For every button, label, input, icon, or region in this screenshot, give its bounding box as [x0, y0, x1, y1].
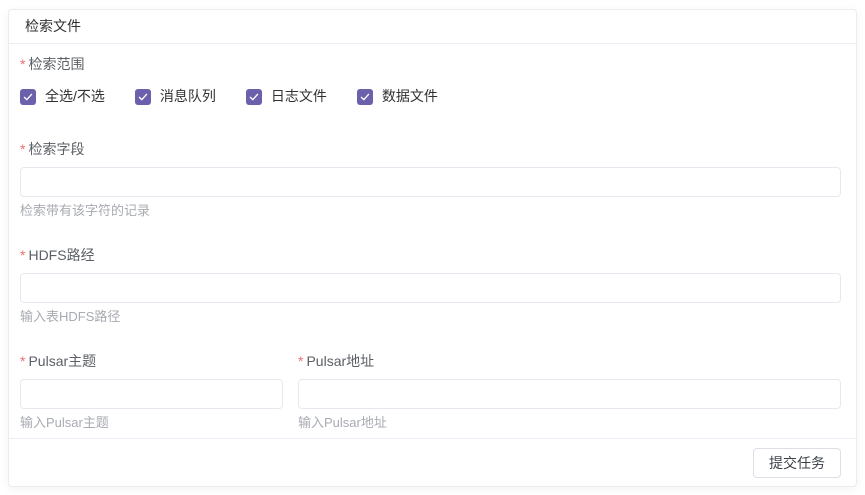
checkbox-label: 日志文件	[271, 88, 327, 105]
checkbox-data-files[interactable]: 数据文件	[357, 88, 438, 105]
pulsar-address-input[interactable]	[298, 379, 841, 409]
required-marker: *	[298, 353, 303, 369]
retrieve-files-card: 检索文件 *检索范围 全选/不选 消息队列	[8, 9, 857, 487]
card-footer: 提交任务	[9, 438, 856, 486]
pulsar-topic-input[interactable]	[20, 379, 283, 409]
submit-task-button[interactable]: 提交任务	[753, 448, 841, 478]
form-item-keyword: *检索字段 检索带有该字符的记录	[20, 140, 841, 219]
keyword-hint: 检索带有该字符的记录	[20, 203, 841, 219]
checkbox-label: 全选/不选	[45, 88, 105, 105]
scope-label-text: 检索范围	[28, 56, 84, 72]
checkbox-log-files[interactable]: 日志文件	[246, 88, 327, 105]
checkbox-checked-icon	[20, 89, 36, 105]
hdfs-path-hint: 输入表HDFS路径	[20, 309, 841, 325]
pulsar-address-label-text: Pulsar地址	[306, 353, 374, 369]
scope-label: *检索范围	[20, 55, 841, 74]
pulsar-topic-hint: 输入Pulsar主题	[20, 415, 283, 431]
pulsar-topic-label: *Pulsar主题	[20, 352, 283, 371]
keyword-label: *检索字段	[20, 140, 841, 159]
checkbox-checked-icon	[246, 89, 262, 105]
pulsar-topic-label-text: Pulsar主题	[28, 353, 96, 369]
form-item-scope: *检索范围 全选/不选 消息队列	[20, 55, 841, 105]
checkbox-message-queue[interactable]: 消息队列	[135, 88, 216, 105]
card-title: 检索文件	[9, 10, 856, 44]
form-body: *检索范围 全选/不选 消息队列	[9, 44, 856, 438]
checkbox-label: 消息队列	[160, 88, 216, 105]
required-marker: *	[20, 141, 25, 157]
pulsar-address-hint: 输入Pulsar地址	[298, 415, 841, 431]
hdfs-path-label: *HDFS路经	[20, 246, 841, 265]
keyword-label-text: 检索字段	[28, 141, 84, 157]
scope-checkbox-group: 全选/不选 消息队列 日志文件	[20, 88, 841, 105]
hdfs-path-label-text: HDFS路经	[28, 247, 94, 263]
checkbox-checked-icon	[135, 89, 151, 105]
pulsar-row: *Pulsar主题 输入Pulsar主题 *Pulsar地址 输入Pulsar地…	[20, 352, 841, 431]
checkbox-label: 数据文件	[382, 88, 438, 105]
form-item-pulsar-address: *Pulsar地址 输入Pulsar地址	[298, 352, 841, 431]
required-marker: *	[20, 353, 25, 369]
required-marker: *	[20, 56, 25, 72]
keyword-input[interactable]	[20, 167, 841, 197]
required-marker: *	[20, 247, 25, 263]
form-item-hdfs-path: *HDFS路经 输入表HDFS路径	[20, 246, 841, 325]
pulsar-address-label: *Pulsar地址	[298, 352, 841, 371]
hdfs-path-input[interactable]	[20, 273, 841, 303]
form-item-pulsar-topic: *Pulsar主题 输入Pulsar主题	[20, 352, 283, 431]
checkbox-select-all[interactable]: 全选/不选	[20, 88, 105, 105]
checkbox-checked-icon	[357, 89, 373, 105]
